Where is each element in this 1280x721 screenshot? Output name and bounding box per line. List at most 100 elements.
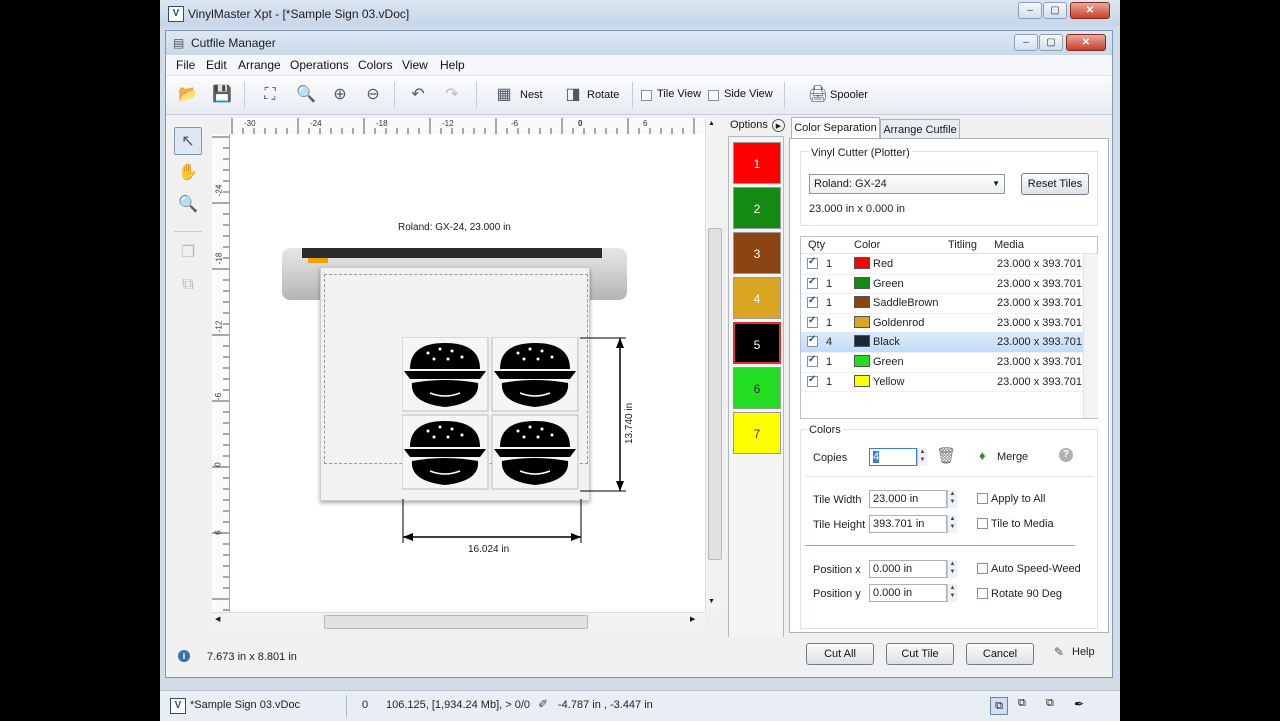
cut-all-button[interactable]: Cut All xyxy=(806,643,874,665)
row-checkbox[interactable] xyxy=(807,276,818,289)
nest-icon[interactable]: ▦ xyxy=(492,84,516,106)
menu-help[interactable]: Help xyxy=(440,58,465,72)
burger-artwork[interactable] xyxy=(491,337,579,412)
status-tool-icon[interactable]: ⧉ xyxy=(990,697,1008,715)
menu-arrange[interactable]: Arrange xyxy=(238,58,281,72)
row-checkbox[interactable] xyxy=(807,354,818,367)
dialog-title-bar[interactable]: ▤ Cutfile Manager – ▢ ✕ xyxy=(166,31,1112,55)
swatch-2[interactable]: 2 xyxy=(733,187,781,229)
tab-arrange-cutfile[interactable]: Arrange Cutfile xyxy=(880,119,960,140)
menu-view[interactable]: View xyxy=(402,58,428,72)
scroll-up-icon[interactable]: ▲ xyxy=(708,120,715,127)
row-checkbox[interactable] xyxy=(807,334,818,348)
color-row[interactable]: 1 Yellow 23.000 x 393.701 xyxy=(801,372,1083,393)
color-row[interactable]: 1 SaddleBrown 23.000 x 393.701 xyxy=(801,293,1083,314)
rotate-button[interactable]: Rotate xyxy=(587,89,619,101)
row-checkbox[interactable] xyxy=(807,295,818,309)
color-table-scrollbar[interactable] xyxy=(1083,254,1098,418)
row-checkbox[interactable] xyxy=(807,374,818,387)
zoom-in-icon[interactable]: ⊕ xyxy=(328,84,352,106)
tile-height-input[interactable]: 393.701 in xyxy=(869,515,947,533)
status-pen-icon[interactable]: ✒ xyxy=(1074,697,1084,711)
swatch-3[interactable]: 3 xyxy=(733,232,781,274)
help-circle-icon[interactable]: ? xyxy=(1059,448,1073,462)
tile-view-checkbox[interactable] xyxy=(641,90,652,101)
pan-hand-icon[interactable]: ✋ xyxy=(174,159,202,187)
plotter-dropdown[interactable]: Roland: GX-24 ▼ xyxy=(809,174,1005,194)
copies-spinner[interactable]: ▲ ▼ xyxy=(917,448,927,466)
menu-colors[interactable]: Colors xyxy=(358,58,393,72)
burger-artwork[interactable] xyxy=(402,337,489,412)
main-title-bar[interactable]: V VinylMaster Xpt - [*Sample Sign 03.vDo… xyxy=(160,0,1120,26)
spooler-button[interactable]: Spooler xyxy=(830,89,868,101)
apply-to-all-checkbox[interactable] xyxy=(977,493,988,504)
menu-file[interactable]: File xyxy=(176,58,195,72)
ungroup-tool-icon[interactable]: ⧉ xyxy=(174,271,202,299)
scroll-left-icon[interactable]: ◀ xyxy=(215,615,220,623)
burger-artwork[interactable] xyxy=(491,414,579,490)
close-icon[interactable]: ✕ xyxy=(1070,2,1110,19)
vertical-scroll-thumb[interactable] xyxy=(708,228,722,560)
horizontal-scroll-thumb[interactable] xyxy=(324,615,588,629)
cut-tile-button[interactable]: Cut Tile xyxy=(886,643,954,665)
cut-preview-canvas[interactable]: Roland: GX-24, 23.000 in 13.740 in 16.02… xyxy=(230,134,705,612)
trash-icon[interactable]: 🗑 xyxy=(936,446,956,466)
position-y-input[interactable]: 0.000 in xyxy=(869,584,947,602)
zoom-select-icon[interactable]: 🔍 xyxy=(294,84,318,106)
position-x-input[interactable]: 0.000 in xyxy=(869,560,947,578)
merge-icon[interactable]: ♦ xyxy=(979,448,986,463)
spooler-icon[interactable]: 🖨 xyxy=(806,84,830,106)
save-icon[interactable]: 💾 xyxy=(210,84,234,106)
color-row[interactable]: 1 Red 23.000 x 393.701 xyxy=(801,254,1083,275)
auto-speed-weed-checkbox[interactable] xyxy=(977,563,988,574)
copies-input[interactable]: 4 xyxy=(869,448,917,466)
color-row[interactable]: 1 Green 23.000 x 393.701 xyxy=(801,274,1083,295)
burger-artwork[interactable] xyxy=(402,414,489,490)
swatch-7[interactable]: 7 xyxy=(733,412,781,454)
zoom-out-icon[interactable]: ⊖ xyxy=(361,84,385,106)
rotate-90-checkbox[interactable] xyxy=(977,588,988,599)
redo-icon[interactable]: ↷ xyxy=(440,84,464,106)
position-y-spinner[interactable]: ▲ ▼ xyxy=(947,584,957,602)
tile-width-spinner[interactable]: ▲ ▼ xyxy=(947,490,957,508)
scroll-right-icon[interactable]: ▶ xyxy=(690,615,695,623)
dialog-close-icon[interactable]: ✕ xyxy=(1066,34,1106,51)
options-arrow-icon[interactable]: ▶ xyxy=(772,119,785,132)
status-tool-icon[interactable]: ⧉ xyxy=(1046,697,1054,710)
swatch-5[interactable]: 5 xyxy=(733,322,781,364)
reset-tiles-button[interactable]: Reset Tiles xyxy=(1021,173,1089,195)
maximize-icon[interactable]: ▢ xyxy=(1043,2,1067,19)
menu-operations[interactable]: Operations xyxy=(290,58,349,72)
tile-width-input[interactable]: 23.000 in xyxy=(869,490,947,508)
menu-edit[interactable]: Edit xyxy=(206,58,227,72)
status-tool-icon[interactable]: ⧉ xyxy=(1018,697,1026,710)
swatch-4[interactable]: 4 xyxy=(733,277,781,319)
dialog-maximize-icon[interactable]: ▢ xyxy=(1039,34,1063,51)
undo-icon[interactable]: ↶ xyxy=(406,84,430,106)
nest-button[interactable]: Nest xyxy=(520,89,543,101)
tile-height-spinner[interactable]: ▲ ▼ xyxy=(947,515,957,533)
scroll-down-icon[interactable]: ▼ xyxy=(708,598,715,605)
zoom-fit-icon[interactable]: ⛶ xyxy=(258,84,282,106)
side-view-checkbox[interactable] xyxy=(708,90,719,101)
tab-color-separation[interactable]: Color Separation xyxy=(791,117,880,139)
swatch-1[interactable]: 1 xyxy=(733,142,781,184)
zoom-tool-icon[interactable]: 🔍 xyxy=(174,191,202,219)
canvas-horizontal-scrollbar[interactable]: ◀ ▶ xyxy=(212,612,705,630)
open-folder-icon[interactable]: 📂 xyxy=(176,84,200,106)
group-tool-icon[interactable]: ❐ xyxy=(174,239,202,267)
artwork-grid[interactable] xyxy=(402,337,582,493)
dialog-minimize-icon[interactable]: – xyxy=(1014,34,1038,51)
cancel-button[interactable]: Cancel xyxy=(966,643,1034,665)
swatch-6[interactable]: 6 xyxy=(733,367,781,409)
color-row[interactable]: 4 Black 23.000 x 393.701 xyxy=(801,332,1083,353)
rotate-icon[interactable]: ◨ xyxy=(561,84,585,106)
tile-to-media-checkbox[interactable] xyxy=(977,518,988,529)
canvas-vertical-scrollbar[interactable]: ▲ ▼ xyxy=(705,118,723,612)
select-arrow-icon[interactable]: ↖ xyxy=(174,127,202,155)
color-row[interactable]: 1 Goldenrod 23.000 x 393.701 xyxy=(801,313,1083,334)
minimize-icon[interactable]: – xyxy=(1018,2,1042,19)
color-row[interactable]: 1 Green 23.000 x 393.701 xyxy=(801,352,1083,373)
options-label[interactable]: Options xyxy=(730,119,768,131)
row-checkbox[interactable] xyxy=(807,256,818,269)
